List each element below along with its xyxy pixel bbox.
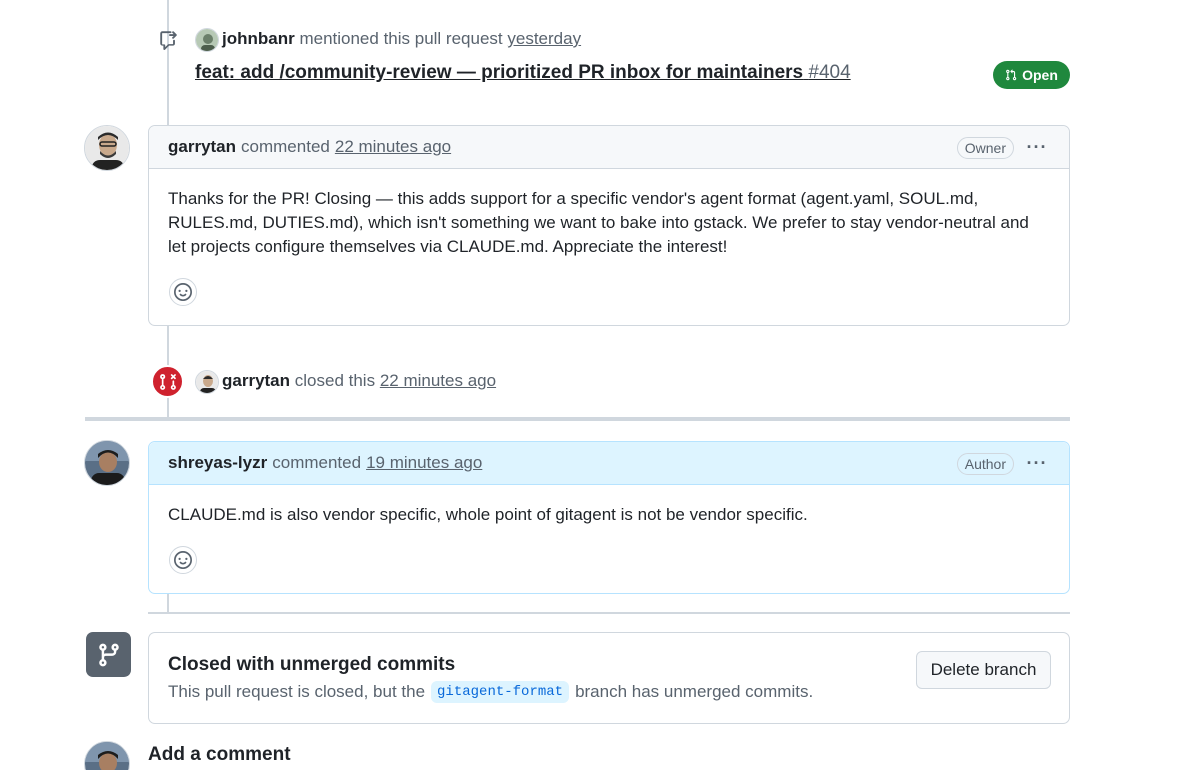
referenced-pr-title-text[interactable]: feat: add /community-review — prioritize…	[195, 62, 803, 83]
close-event-time[interactable]: 22 minutes ago	[380, 371, 496, 390]
mention-username[interactable]: johnbanr	[222, 29, 295, 48]
comment-header: garrytan commented 22 minutes ago Owner …	[149, 126, 1069, 169]
git-branch-icon	[86, 632, 131, 677]
pr-closed-icon	[151, 365, 184, 398]
delete-branch-button[interactable]: Delete branch	[916, 651, 1051, 689]
comment: shreyas-lyzr commented 19 minutes ago Au…	[148, 441, 1070, 594]
merge-status-description: This pull request is closed, but the git…	[168, 681, 813, 703]
comment-verb: commented	[241, 137, 330, 156]
merge-status-card: Closed with unmerged commits This pull r…	[148, 632, 1070, 724]
comment-timestamp[interactable]: 22 minutes ago	[335, 137, 451, 157]
merge-status-text-before: This pull request is closed, but the	[168, 682, 426, 701]
add-comment-heading: Add a comment	[148, 744, 291, 765]
close-event-text: garrytan closed this 22 minutes ago	[222, 371, 496, 391]
status-badge: Open	[993, 61, 1070, 89]
comment-author[interactable]: garrytan	[168, 137, 236, 157]
avatar[interactable]	[84, 125, 130, 171]
timeline-divider	[148, 612, 1070, 614]
status-badge-label: Open	[1022, 67, 1058, 83]
kebab-menu-icon[interactable]: ···	[1025, 451, 1049, 475]
merge-status-text-after: branch has unmerged commits.	[575, 682, 814, 701]
kebab-menu-icon[interactable]: ···	[1025, 135, 1049, 159]
add-reaction-button[interactable]	[169, 278, 197, 306]
timeline-divider	[85, 417, 1070, 421]
comment-body: Thanks for the PR! Closing — this adds s…	[168, 189, 1029, 256]
comment-body: CLAUDE.md is also vendor specific, whole…	[168, 505, 808, 524]
close-event-username[interactable]: garrytan	[222, 371, 290, 390]
referenced-pr-title[interactable]: feat: add /community-review — prioritize…	[195, 62, 851, 84]
avatar[interactable]	[195, 28, 219, 52]
mention-action: mentioned this pull request	[299, 29, 503, 48]
comment-timestamp[interactable]: 19 minutes ago	[366, 453, 482, 473]
mention-time[interactable]: yesterday	[507, 29, 581, 48]
role-badge: Owner	[956, 137, 1014, 159]
branch-name[interactable]: gitagent-format	[431, 681, 570, 703]
smiley-icon	[174, 551, 192, 569]
add-reaction-button[interactable]	[169, 546, 197, 574]
merge-status-title: Closed with unmerged commits	[168, 654, 456, 675]
smiley-icon	[174, 283, 192, 301]
avatar[interactable]	[84, 440, 130, 486]
comment-verb: commented	[272, 453, 362, 472]
close-event-action: closed this	[294, 371, 376, 390]
comment-header: shreyas-lyzr commented 19 minutes ago Au…	[149, 442, 1069, 485]
pull-request-icon	[1006, 69, 1017, 81]
cross-reference-icon	[155, 26, 183, 54]
avatar[interactable]	[84, 741, 130, 770]
role-badge: Author	[956, 453, 1014, 475]
comment: garrytan commented 22 minutes ago Owner …	[148, 125, 1070, 326]
timeline-line	[167, 593, 169, 613]
mention-event-text: johnbanr mentioned this pull request yes…	[222, 29, 581, 49]
avatar[interactable]	[195, 370, 219, 394]
referenced-pr-number[interactable]: #404	[808, 62, 850, 83]
comment-author[interactable]: shreyas-lyzr	[168, 453, 267, 473]
timeline-line	[167, 0, 169, 125]
